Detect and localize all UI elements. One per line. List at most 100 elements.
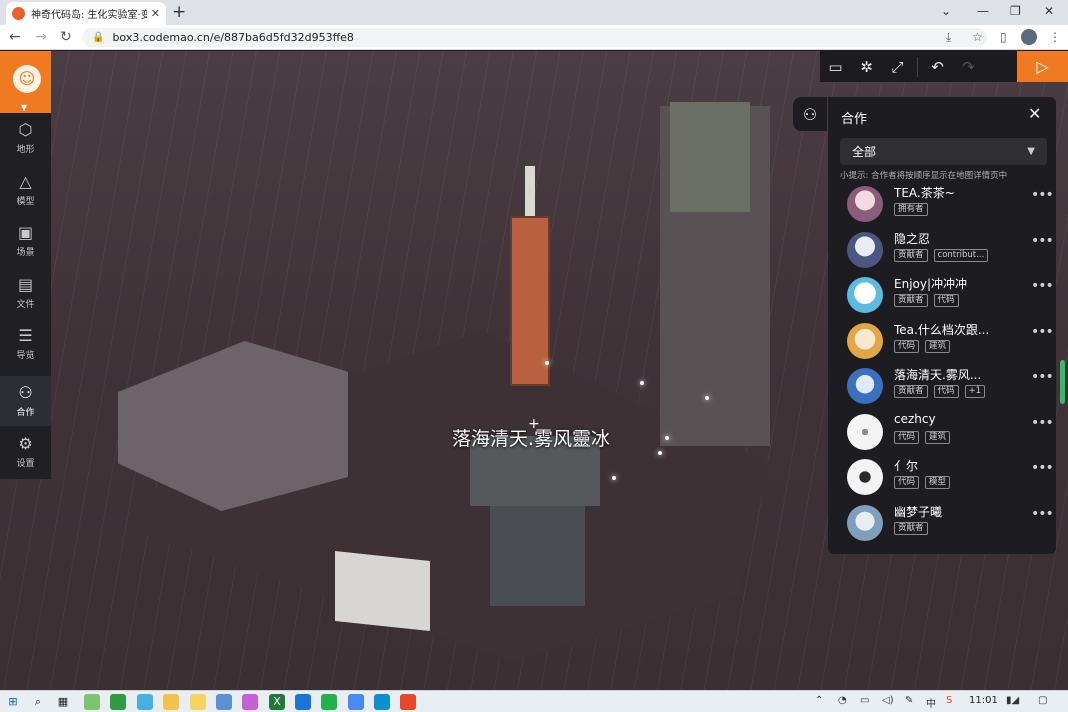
notification-icon[interactable]: ▢ [1038,695,1047,706]
collaborator-row[interactable]: Tea.什么档次跟... 代码 建筑 ••• [828,318,1056,363]
clock[interactable]: 11:01 [969,695,998,706]
url-text: box3.codemao.cn/e/887ba6d5fd32d953ffe8 [112,31,354,44]
debug-bug-icon[interactable]: ✲ [851,51,882,82]
side-panel-icon[interactable]: ▯ [1000,30,1007,44]
window-close-icon[interactable]: ✕ [1044,4,1054,18]
address-bar[interactable]: 🔒 box3.codemao.cn/e/887ba6d5fd32d953ffe8 [82,28,987,47]
volume-icon[interactable]: ◁) [882,695,894,706]
edge-icon[interactable] [374,694,390,710]
sidebar-item-files[interactable]: ▤ 文件 [0,268,51,318]
app-icon[interactable] [216,694,232,710]
more-options-icon[interactable]: ••• [1031,324,1054,340]
chevron-up-icon[interactable]: ⌃ [815,695,823,706]
collaborator-name: cezhcy [894,412,936,426]
undo-icon[interactable]: ↶ [922,51,953,82]
pen-icon[interactable]: ✎ [905,695,913,706]
bookmark-star-icon[interactable]: ☆ [972,30,983,44]
more-options-icon[interactable]: ••• [1031,278,1054,294]
role-tag: 代码 [894,476,920,489]
minimize-icon[interactable]: — [977,4,989,18]
sidebar-item-terrain[interactable]: ⬡ 地形 [0,113,51,163]
excel-icon[interactable]: X [269,694,285,710]
browser-menu-icon[interactable]: ⋮ [1049,30,1061,44]
role-tags: 代码 建筑 [894,431,951,444]
tab-search-icon[interactable]: ⌄ [941,4,951,18]
collaborator-name: 亻尔 [894,459,919,473]
sidebar-item-settings[interactable]: ⚙ 设置 [0,427,51,477]
app-icon[interactable] [137,694,153,710]
sidebar-item-collab[interactable]: ⚇ 合作 [0,376,51,426]
sidebar-item-scene[interactable]: ▣ 场景 [0,216,51,266]
app-icon[interactable] [190,694,206,710]
collaborator-row[interactable]: 隐之忍 贡献者 contribut... ••• [828,227,1056,272]
role-filter-select[interactable]: 全部 ▼ [840,138,1047,165]
app-logo[interactable]: ☺ ▼ [0,51,51,113]
task-view-icon[interactable]: ▦ [55,694,71,710]
tab-close-icon[interactable]: ✕ [151,7,160,20]
ime-icon[interactable]: 中 [926,695,936,710]
light-panel [335,551,430,631]
collaborator-name: Tea.什么档次跟... [894,323,990,337]
more-options-icon[interactable]: ••• [1031,506,1054,522]
restore-icon[interactable]: ❐ [1010,4,1021,18]
role-tag: contribut... [933,249,989,262]
reload-icon[interactable]: ↻ [60,29,72,45]
back-icon[interactable]: ← [9,29,21,45]
fullscreen-icon[interactable]: ⤢ [882,51,913,82]
collaborator-row[interactable]: TEA.茶茶~ 拥有者 ••• [828,181,1056,226]
more-options-icon[interactable]: ••• [1031,460,1054,476]
collaborator-row[interactable]: 落海清天.雾风... 贡献者 代码 +1 ••• [828,363,1056,408]
profile-avatar[interactable] [1021,29,1037,45]
panel-scrollbar[interactable] [1060,360,1065,404]
cube-icon: ⬡ [18,120,33,139]
app-icon[interactable] [84,694,100,710]
chrome-icon[interactable] [348,694,364,710]
collab-panel-tab-icon[interactable]: ⚇ [793,97,827,131]
new-tab-button[interactable]: + [172,3,186,21]
role-tag: 建筑 [925,431,951,444]
player-body [490,506,585,606]
site-favicon-icon [12,7,25,20]
battery-icon[interactable]: ▭ [860,695,869,706]
search-icon[interactable]: ⌕ [30,694,46,710]
app-icon[interactable] [242,694,258,710]
wifi-icon[interactable]: ◔ [838,695,847,706]
shield-app-icon[interactable] [110,694,126,710]
hint-text: 小提示: 合作者将按顺序显示在地图详情页中 [840,171,1008,181]
install-icon[interactable]: ⤓ [946,30,951,45]
floor-light [612,476,616,480]
browser-tab[interactable]: 神奇代码岛: 生化实验室·变放 ✕ [6,2,166,25]
app-icon[interactable] [295,694,311,710]
role-tags: 代码 模型 [894,476,951,489]
sidebar-item-guide[interactable]: ☰ 导览 [0,319,51,369]
role-tags: 拥有者 [894,203,928,216]
collaborator-row[interactable]: 幽梦子曦 贡献者 ••• [828,500,1056,545]
app-tray-icon[interactable]: ▮◢ [1006,695,1019,706]
role-tags: 贡献者 [894,522,928,535]
collaborator-row[interactable]: cezhcy 代码 建筑 ••• [828,409,1056,454]
windows-start-icon[interactable]: ⊞ [5,694,21,710]
collaborator-row[interactable]: Enjoy|冲冲冲 贡献者 代码 ••• [828,272,1056,317]
tab-title: 神奇代码岛: 生化实验室·变放 [31,10,147,21]
folder-app-icon[interactable] [163,694,179,710]
more-options-icon[interactable]: ••• [1031,233,1054,249]
more-options-icon[interactable]: ••• [1031,369,1054,385]
floor-light [705,396,709,400]
chat-icon[interactable]: ▭ [820,51,851,82]
collaborator-row[interactable]: 亻尔 代码 模型 ••• [828,454,1056,499]
play-button[interactable]: ▷ [1017,51,1068,82]
floor-light [665,436,669,440]
wechat-icon[interactable] [321,694,337,710]
more-options-icon[interactable]: ••• [1031,187,1054,203]
forward-icon[interactable]: → [35,29,47,45]
avatar [847,505,883,541]
redo-icon[interactable]: ↷ [953,51,984,82]
dropdown-caret-icon: ▼ [1027,146,1035,157]
role-tag: 代码 [933,385,959,398]
sidebar-item-models[interactable]: △ 模型 [0,165,51,215]
app-icon[interactable] [400,694,416,710]
app-tray-icon[interactable]: S [946,695,952,706]
more-options-icon[interactable]: ••• [1031,415,1054,431]
role-tag: 建筑 [925,340,951,353]
close-icon[interactable]: ✕ [1028,104,1041,123]
